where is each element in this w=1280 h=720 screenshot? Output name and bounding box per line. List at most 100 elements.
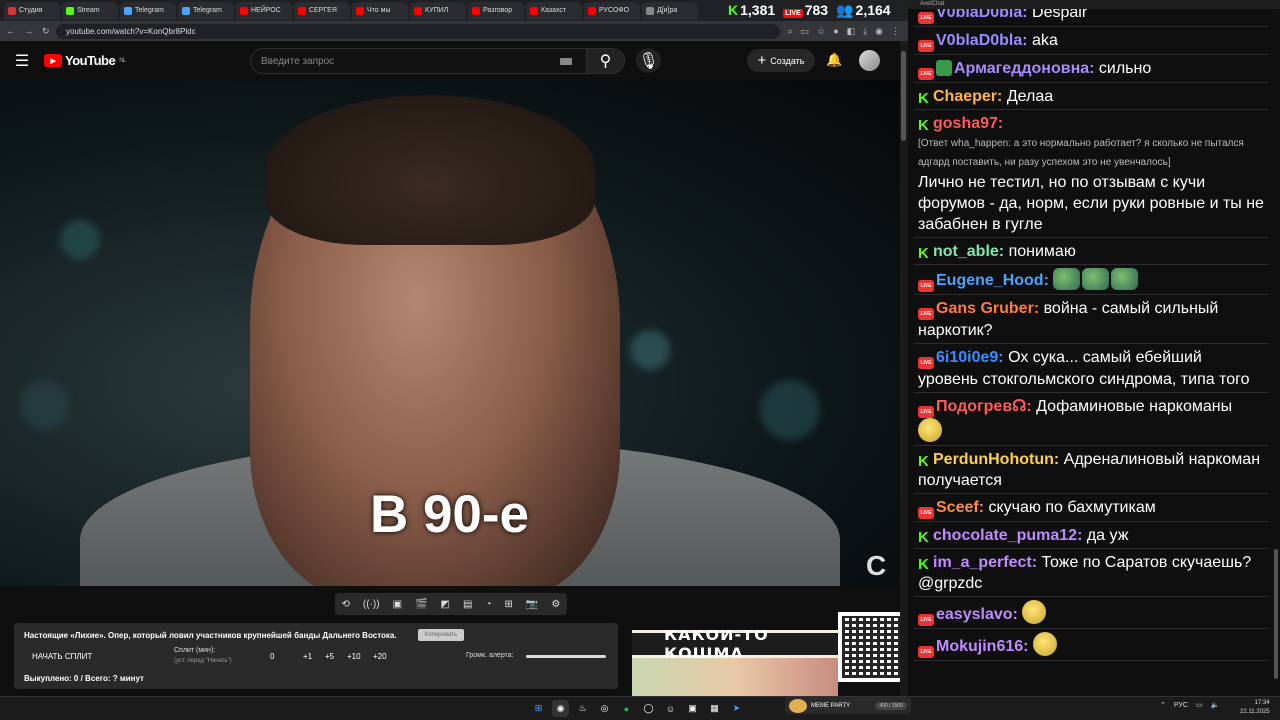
screen-icon[interactable]: ▣ <box>393 599 402 610</box>
clock[interactable]: 17:34 22.11.2025 <box>1240 699 1270 717</box>
telegram-icon[interactable]: ➤ <box>728 700 745 717</box>
chat-username[interactable]: im_a_perfect: <box>933 554 1042 571</box>
app-icon[interactable]: ▣ <box>684 700 701 717</box>
voice-search-button[interactable]: 🎙 <box>636 48 661 73</box>
add-10-button[interactable]: +10 <box>347 652 361 661</box>
split-value: 0 <box>270 652 275 661</box>
chat-username[interactable]: Chaeper: <box>933 88 1007 105</box>
start-icon[interactable]: ⊞ <box>530 700 547 717</box>
browser-tab[interactable]: Казахст <box>526 1 582 20</box>
browser-tab[interactable]: Telegram <box>178 1 234 20</box>
network-icon[interactable]: ▭ <box>1196 701 1203 709</box>
chat-message: K Chaeper: Делаа <box>914 83 1268 110</box>
tab-label: Казахст <box>541 7 567 14</box>
speed-icon[interactable]: ◔ <box>485 599 491 610</box>
time: 17:34 <box>1254 700 1270 706</box>
chat-message: K PerdunHohotun: Адреналиновый наркоман п… <box>914 446 1268 494</box>
chat-username[interactable]: V0blaD0bla: <box>936 32 1032 49</box>
chat-username[interactable]: PerdunHohotun: <box>933 451 1064 468</box>
chat-username[interactable]: chocolate_puma12: <box>933 527 1087 544</box>
browser-tab[interactable]: КУПИЛ <box>410 1 466 20</box>
copy-button[interactable]: Копировать <box>418 629 464 641</box>
camera-icon[interactable]: 📷 <box>526 599 538 610</box>
browser-tab[interactable]: Д[и]ра <box>642 1 698 20</box>
start-split-button[interactable]: НАЧАТЬ СПЛИТ <box>32 652 92 661</box>
language-indicator[interactable]: РУС <box>1174 702 1188 709</box>
youtube-logo[interactable]: ▶ YouTube NL <box>44 53 126 68</box>
browser-tab[interactable]: СЕРГЕЯ <box>294 1 350 20</box>
extension-icon[interactable]: ● <box>833 26 838 37</box>
add-5-button[interactable]: +5 <box>325 652 334 661</box>
video-player[interactable]: В 90-е C <box>0 80 899 586</box>
search-button[interactable]: ⚲ <box>586 49 624 73</box>
chat-username[interactable]: easyslavo: <box>936 606 1022 623</box>
reload-icon[interactable]: ↻ <box>42 26 50 37</box>
notifications-bell-icon[interactable]: 🔔 <box>826 52 842 68</box>
add-20-button[interactable]: +20 <box>373 652 387 661</box>
chat-username[interactable]: Gans Gruber: <box>936 300 1044 317</box>
app-icon[interactable]: ▦ <box>706 700 723 717</box>
recommended-thumbnail[interactable]: КАКОЙ-ТО КОШМА <box>632 630 838 696</box>
chat-scrollbar[interactable] <box>1272 9 1280 695</box>
hamburger-menu-icon[interactable]: ☰ <box>0 51 44 71</box>
chat-username[interactable]: not_able: <box>933 243 1009 260</box>
opera-icon[interactable]: ◯ <box>640 700 657 717</box>
avatar[interactable] <box>859 50 880 71</box>
split-hint: (уст. перед "Начать") <box>174 658 232 664</box>
live-platform-icon: LIVE <box>918 40 934 52</box>
create-button[interactable]: + Создать <box>747 49 815 72</box>
address-bar[interactable]: youtube.com/watch?v=KonQbr8Pldc <box>56 23 780 39</box>
spotify-icon[interactable]: ● <box>618 700 635 717</box>
filmstrip-icon[interactable]: ▤ <box>463 599 472 610</box>
download-icon[interactable]: ⤓ <box>863 26 867 37</box>
tab-label: Что мы <box>367 7 391 14</box>
forward-icon[interactable]: → <box>24 26 33 37</box>
bookmark-icon[interactable]: ☆ <box>817 26 825 37</box>
chat-username[interactable]: Sceef: <box>936 499 988 516</box>
browser-tab[interactable]: Студия <box>4 1 60 20</box>
steam-icon[interactable]: ♨ <box>574 700 591 717</box>
settings-gear-icon[interactable]: ⚙ <box>551 599 560 610</box>
loop-icon[interactable]: ⟲ <box>342 599 350 610</box>
tab-label: РУСОФО <box>599 7 630 14</box>
browser-tab[interactable]: Разговор <box>468 1 524 20</box>
volume-slider[interactable] <box>526 655 606 658</box>
clapper-icon[interactable]: 🎬 <box>415 599 427 610</box>
chat-username[interactable]: Mokujin616: <box>936 638 1033 655</box>
pip-icon[interactable]: ◩ <box>441 599 450 610</box>
chat-username[interactable]: 6i10i0e9: <box>936 349 1008 366</box>
keyboard-icon[interactable] <box>560 57 572 65</box>
browser-tab[interactable]: Telegram <box>120 1 176 20</box>
browser-tab[interactable]: Stream <box>62 1 118 20</box>
add-1-button[interactable]: +1 <box>303 652 312 661</box>
add-box-icon[interactable]: ⊞ <box>505 599 513 610</box>
cast-icon[interactable]: ▭ <box>801 26 810 37</box>
chrome-icon[interactable]: ◉ <box>552 700 569 717</box>
browser-tab[interactable]: Что мы <box>352 1 408 20</box>
chat-username[interactable]: Eugene_Hood: <box>936 272 1053 289</box>
chat-username[interactable]: V0blaD0bla: <box>936 9 1032 21</box>
browser-tab[interactable]: НЕЙРОС <box>236 1 292 20</box>
tab-favicon-icon <box>182 6 190 15</box>
chat-message: Kgosha97: [Ответ wha_happen: а это норма… <box>914 110 1268 238</box>
browser-tab[interactable]: РУСОФО <box>584 1 640 20</box>
obs-icon[interactable]: ◎ <box>596 700 613 717</box>
discord-icon[interactable]: ☺ <box>662 700 679 717</box>
chat-username[interactable]: Армагеддоновна: <box>954 60 1099 77</box>
tab-label: СЕРГЕЯ <box>309 7 337 14</box>
puzzle-icon[interactable]: ◧ <box>847 26 856 37</box>
chat-username[interactable]: Подогрев☊: <box>936 398 1036 415</box>
chat-username[interactable]: gosha97: <box>933 115 1003 132</box>
profile-icon[interactable]: ◉ <box>875 26 883 37</box>
zoom-icon[interactable]: ⌕ <box>788 26 793 37</box>
tab-favicon-icon <box>356 6 364 15</box>
search-input[interactable] <box>251 55 560 67</box>
volume-icon[interactable]: 🔈 <box>1211 701 1220 709</box>
tab-favicon-icon <box>298 6 306 15</box>
back-icon[interactable]: ← <box>6 26 15 37</box>
more-icon[interactable]: ⋮ <box>891 26 900 37</box>
broadcast-icon[interactable]: ((·)) <box>363 599 380 610</box>
bought-status: Выкуплено: 0 / Всего: ? минут <box>24 674 144 683</box>
chevron-up-icon[interactable]: ⌃ <box>1160 701 1166 709</box>
page-scrollbar[interactable] <box>900 41 908 696</box>
